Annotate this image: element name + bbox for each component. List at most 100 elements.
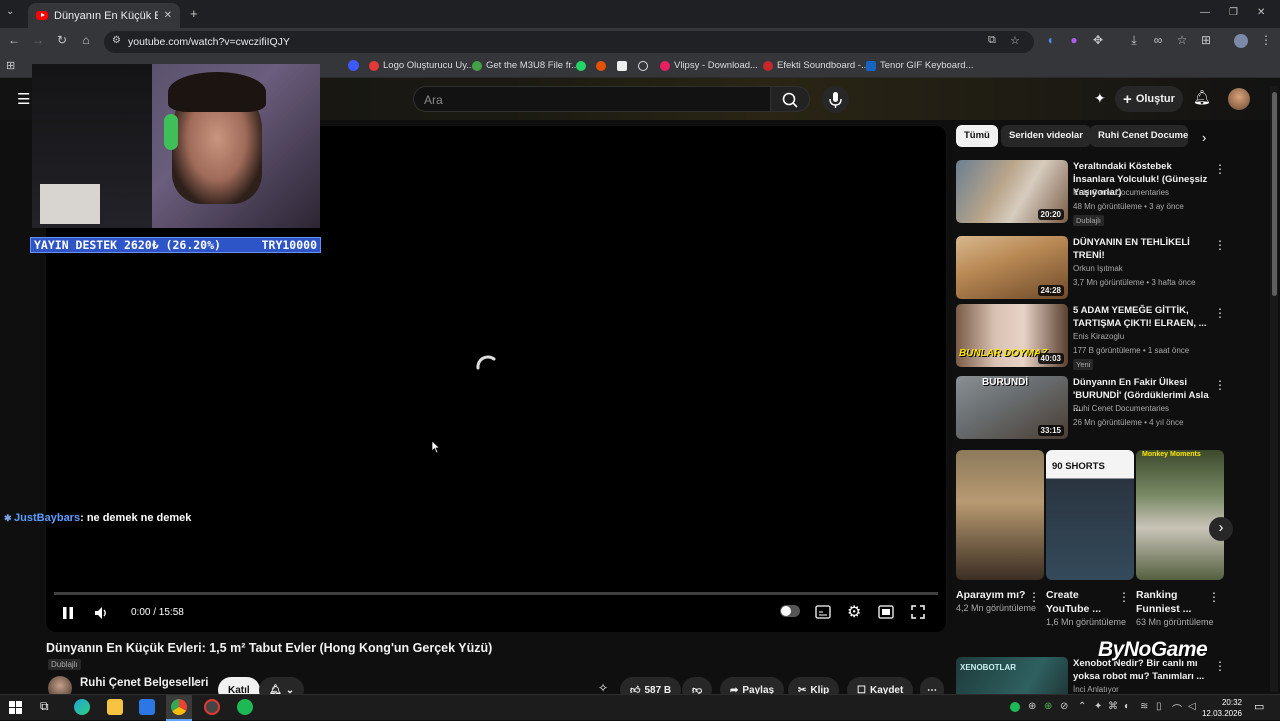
short-thumbnail[interactable] [956, 450, 1044, 580]
tray-icon[interactable]: ⊕ [1028, 701, 1036, 712]
tray-icon[interactable]: ⊘ [1060, 701, 1068, 712]
tray-icon[interactable]: ✦ [1094, 701, 1102, 712]
progress-bar[interactable] [54, 592, 938, 595]
more-vertical-icon[interactable]: ⋮ [1118, 590, 1130, 604]
download-icon[interactable]: ⤓ [1126, 33, 1142, 47]
spotify-icon[interactable] [237, 699, 253, 715]
speaker-icon[interactable]: ◁ [1188, 701, 1196, 712]
windows-start-icon[interactable] [9, 701, 22, 714]
rec-title[interactable]: DÜNYANIN EN TEHLİKELİ TRENİ! [1073, 236, 1213, 262]
tray-icon[interactable]: ≋ [1140, 701, 1148, 712]
bookmark-ring-icon[interactable] [638, 61, 648, 71]
notifications-bell-icon[interactable]: 🔔︎ [1193, 89, 1211, 106]
chrome-icon[interactable] [171, 699, 187, 715]
taskbar-clock[interactable]: 20:32 12.03.2026 [1202, 697, 1242, 719]
short-thumbnail[interactable]: 90 SHORTS [1046, 450, 1134, 580]
short-title[interactable]: Aparayım mı? [956, 588, 1030, 602]
more-vertical-icon[interactable]: ⋮ [1214, 162, 1226, 176]
restore-button[interactable]: ❐ [1229, 7, 1238, 18]
close-window-button[interactable]: ✕ [1257, 7, 1265, 18]
install-app-icon[interactable]: ⧉ [988, 34, 996, 47]
profile-avatar[interactable] [1234, 34, 1248, 48]
back-icon[interactable]: ← [6, 33, 22, 47]
edge-browser-icon[interactable] [74, 699, 90, 715]
scrollbar-thumb[interactable] [1272, 92, 1277, 296]
search-button[interactable] [770, 86, 810, 112]
short-item[interactable]: 90 SHORTS Create YouTube ... 1,6 Mn görü… [1046, 450, 1134, 629]
network-icon[interactable]: ⌒ [1172, 701, 1182, 716]
site-info-icon[interactable]: ⚙ [112, 35, 121, 46]
tray-spotify-icon[interactable] [1010, 702, 1020, 712]
video-thumbnail[interactable]: XENOBOTLAR [956, 657, 1068, 694]
short-title[interactable]: Ranking Funniest ... [1136, 588, 1210, 616]
extension-audio-icon[interactable]: ◖ [1042, 33, 1058, 47]
rec-title[interactable]: 5 ADAM YEMEĞE GİTTİK, TARTIŞMA ÇIKTI! EL… [1073, 304, 1213, 330]
whatsapp-icon[interactable] [576, 61, 586, 71]
bookmark-star-icon[interactable]: ☆ [1010, 34, 1020, 47]
create-button[interactable]: + Oluştur [1115, 86, 1183, 112]
fullscreen-icon[interactable] [911, 605, 925, 619]
voice-search-button[interactable] [822, 86, 849, 113]
tray-icon[interactable]: ⊕ [1044, 701, 1052, 712]
volume-icon[interactable] [93, 605, 109, 621]
address-bar[interactable]: ⚙ youtube.com/watch?v=cwczifiIQJY ⧉ ☆ [104, 31, 1034, 53]
apps-grid-icon[interactable]: ⊞ [6, 59, 15, 72]
obs-icon[interactable] [204, 699, 220, 715]
browser-menu-icon[interactable]: ⋮ [1258, 33, 1274, 47]
list-item[interactable]: BUNLAR DOYMAZ 40:03 5 ADAM YEMEĞE GİTTİK… [956, 304, 1226, 370]
search-input[interactable]: Ara [413, 86, 770, 112]
minimize-button[interactable]: — [1200, 7, 1210, 18]
ask-ai-icon[interactable]: ✧ [598, 681, 608, 695]
bookmark-item[interactable]: Vlipsy - Download... [660, 60, 758, 71]
bookmark-edge-icon[interactable] [348, 60, 359, 71]
bookmark-item[interactable]: Efekti Soundboard -... [763, 60, 869, 71]
rec-channel[interactable]: Ruhi Cenet Documentaries [1073, 188, 1169, 197]
extensions-puzzle-icon[interactable]: ✥ [1090, 33, 1106, 47]
more-vertical-icon[interactable]: ⋮ [1214, 659, 1226, 673]
shorts-next-button[interactable]: › [1209, 517, 1233, 541]
video-thumbnail[interactable]: 24:28 [956, 236, 1068, 299]
gemini-sparkle-icon[interactable]: ✦ [1094, 90, 1106, 107]
new-tab-button[interactable]: + [190, 6, 198, 21]
rec-channel[interactable]: İnci Anlatıyor [1073, 685, 1119, 694]
list-item[interactable]: 20:20 Yeraltındaki Köstebek İnsanlara Yo… [956, 160, 1226, 226]
tray-chevron-icon[interactable]: ⌃ [1078, 701, 1086, 712]
favorites-icon[interactable]: ☆ [1174, 33, 1190, 47]
notification-center-icon[interactable]: ▭ [1254, 700, 1264, 713]
tab-close-icon[interactable]: ✕ [164, 10, 172, 21]
theater-mode-icon[interactable] [878, 605, 894, 619]
home-icon[interactable]: ⌂ [78, 33, 94, 47]
channel-name[interactable]: Ruhi Çenet Belgeselleri [80, 677, 208, 689]
tray-icon[interactable]: ▯ [1156, 701, 1162, 712]
tray-icon[interactable]: ◐ [1124, 701, 1130, 712]
guide-menu-icon[interactable]: ☰ [17, 90, 30, 108]
chip-channel[interactable]: Ruhi Cenet Documentaries [1090, 125, 1188, 147]
chip-series[interactable]: Seriden videolar [1001, 125, 1091, 147]
rec-channel[interactable]: Orkun Işıtmak [1073, 264, 1123, 273]
video-thumbnail[interactable]: 20:20 [956, 160, 1068, 223]
chip-all[interactable]: Tümü [956, 125, 998, 147]
more-vertical-icon[interactable]: ⋮ [1214, 378, 1226, 392]
list-item[interactable]: 24:28 DÜNYANIN EN TEHLİKELİ TRENİ! Orkun… [956, 236, 1226, 300]
store-icon[interactable] [139, 699, 155, 715]
short-thumbnail[interactable]: Monkey Moments [1136, 450, 1224, 580]
more-vertical-icon[interactable]: ⋮ [1214, 238, 1226, 252]
tray-icon[interactable]: ⌘ [1108, 701, 1118, 712]
pause-icon[interactable] [62, 607, 74, 619]
more-vertical-icon[interactable]: ⋮ [1028, 590, 1040, 604]
file-explorer-icon[interactable] [107, 699, 123, 715]
translate-icon[interactable]: ⊞ [1198, 33, 1214, 47]
short-title[interactable]: Create YouTube ... [1046, 588, 1120, 616]
list-item[interactable]: BURUNDİ 33:15 Dünyanın En Fakir Ülkesi '… [956, 376, 1226, 440]
rec-channel[interactable]: Enis Kirazoglu [1073, 332, 1124, 341]
short-item[interactable]: Aparayım mı? 4,2 Mn görüntüleme ⋮ [956, 450, 1044, 615]
rec-channel[interactable]: Ruhi Cenet Documentaries [1073, 404, 1169, 413]
short-item[interactable]: Monkey Moments Ranking Funniest ... 63 M… [1136, 450, 1224, 629]
settings-gear-icon[interactable]: ⚙ [847, 602, 861, 622]
more-vertical-icon[interactable]: ⋮ [1214, 306, 1226, 320]
link-icon[interactable]: ∞ [1150, 33, 1166, 47]
bookmark-white-icon[interactable] [617, 61, 627, 71]
subtitles-icon[interactable] [815, 605, 831, 619]
bookmark-item[interactable]: Get the M3U8 File fr... [472, 60, 579, 71]
more-vertical-icon[interactable]: ⋮ [1208, 590, 1220, 604]
